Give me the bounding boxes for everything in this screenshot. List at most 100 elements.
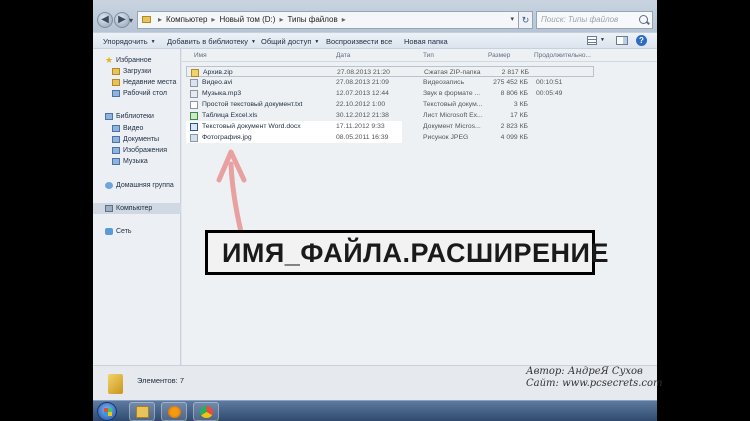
- organize-button[interactable]: Упорядочить ▼: [103, 37, 156, 46]
- forward-button[interactable]: ▶: [114, 12, 130, 28]
- taskbar: [93, 400, 657, 421]
- nav-item-video[interactable]: Видео: [93, 123, 181, 134]
- pictures-library-icon: [112, 147, 120, 154]
- table-row-details: 17.11.2012 9:33 Документ Micros... 2 823…: [336, 121, 594, 132]
- excel-file-icon: [190, 112, 198, 120]
- file-date: 08.05.2011 16:39: [336, 134, 389, 141]
- folder-icon: [142, 16, 151, 24]
- nav-item-recent-places[interactable]: Недавние места: [93, 77, 181, 88]
- text-file-icon: [190, 101, 198, 109]
- breadcrumb-separator: ▸: [158, 15, 163, 24]
- back-button[interactable]: ◀: [97, 12, 113, 28]
- table-row[interactable]: Таблица Excel.xls 30.12.2012 21:38 Лист …: [186, 110, 594, 121]
- file-size: 3 КБ: [513, 101, 528, 108]
- file-type: Лист Microsoft Ex...: [423, 112, 483, 119]
- watermark-credit: Автор: АндреЯ Сухов Сайт: www.pcsecrets.…: [526, 366, 663, 390]
- table-row[interactable]: Видео.avi 27.08.2013 21:09 Видеозапись 2…: [186, 77, 594, 88]
- nav-label: Изображения: [123, 147, 167, 154]
- organize-label: Упорядочить: [103, 37, 148, 46]
- start-button[interactable]: [97, 402, 117, 421]
- nav-item-network[interactable]: Сеть: [93, 226, 181, 237]
- view-options-icon[interactable]: [587, 36, 597, 45]
- windows-logo-icon: [104, 408, 112, 416]
- breadcrumb[interactable]: ▸ Компьютер ▸ Новый том (D:) ▸ Типы файлов ▸ ▾: [137, 11, 519, 29]
- column-header-duration[interactable]: Продолжительно...: [534, 52, 591, 59]
- nav-item-downloads[interactable]: Загрузки: [93, 66, 181, 77]
- new-folder-button[interactable]: Новая папка: [404, 37, 448, 46]
- search-input[interactable]: Поиск: Типы файлов: [536, 11, 653, 29]
- explorer-window: ◀ ▶ ▾ ▸ Компьютер ▸ Новый том (D:) ▸ Типы фай…: [93, 0, 657, 421]
- nav-item-favorites[interactable]: ★ Избранное: [93, 55, 181, 66]
- column-headers: Имя Дата Тип Размер Продолжительно...: [182, 49, 657, 62]
- nav-item-libraries[interactable]: Библиотеки: [93, 111, 181, 122]
- file-type: Рисунок JPEG: [423, 134, 469, 141]
- table-row[interactable]: Архив.zip 27.08.2013 21:20 Сжатая ZIP-па…: [186, 66, 594, 77]
- chevron-down-icon[interactable]: ▼: [600, 37, 605, 43]
- file-name: Архив.zip: [203, 69, 233, 76]
- nav-label: Избранное: [116, 57, 152, 64]
- nav-item-desktop[interactable]: Рабочий стол: [93, 88, 181, 99]
- file-name: Музыка.mp3: [202, 90, 242, 97]
- file-date: 27.08.2013 21:09: [336, 79, 389, 86]
- column-header-type[interactable]: Тип: [423, 52, 434, 59]
- file-name: Текстовый документ Word.docx: [202, 123, 301, 130]
- play-all-button[interactable]: Воспроизвести все: [326, 37, 392, 46]
- file-name: Фотография.jpg: [202, 134, 252, 141]
- breadcrumb-separator: ▸: [341, 15, 346, 24]
- file-name: Видео.avi: [202, 79, 233, 86]
- file-name: Простой текстовый документ.txt: [202, 101, 303, 108]
- preview-pane-icon[interactable]: [616, 36, 628, 45]
- taskbar-chrome-button[interactable]: [193, 402, 219, 421]
- breadcrumb-drive[interactable]: Новый том (D:): [219, 15, 275, 24]
- file-name: Таблица Excel.xls: [202, 112, 258, 119]
- downloads-folder-icon: [112, 68, 120, 75]
- nav-item-pictures[interactable]: Изображения: [93, 145, 181, 156]
- breadcrumb-folder[interactable]: Типы файлов: [287, 15, 337, 24]
- chevron-down-icon: ▼: [314, 39, 320, 46]
- file-date: 30.12.2012 21:38: [336, 112, 389, 119]
- nav-label: Сеть: [116, 228, 132, 235]
- table-row[interactable]: Музыка.mp3 12.07.2013 12:44 Звук в форма…: [186, 88, 594, 99]
- file-date: 22.10.2012 1:00: [336, 101, 386, 108]
- documents-library-icon: [112, 136, 120, 143]
- share-button[interactable]: Общий доступ ▼: [261, 37, 319, 46]
- column-header-name[interactable]: Имя: [194, 52, 207, 59]
- file-duration: 00:10:51: [536, 79, 563, 86]
- file-type: Текстовый докум...: [423, 101, 483, 108]
- table-row-details: 08.05.2011 16:39 Рисунок JPEG 4 099 КБ: [336, 132, 594, 143]
- column-header-date[interactable]: Дата: [336, 52, 350, 59]
- nav-item-homegroup[interactable]: Домашняя группа: [93, 180, 181, 191]
- library-icon: [105, 113, 113, 120]
- chevron-down-icon[interactable]: ▾: [510, 12, 514, 28]
- star-icon: ★: [105, 55, 114, 65]
- add-to-library-button[interactable]: Добавить в библиотеку ▼: [167, 37, 256, 46]
- folder-icon: [108, 374, 123, 394]
- search-placeholder: Поиск: Типы файлов: [541, 15, 619, 24]
- nav-item-music[interactable]: Музыка: [93, 156, 181, 167]
- network-icon: [105, 228, 113, 235]
- column-header-size[interactable]: Размер: [488, 52, 510, 59]
- chevron-down-icon: ▼: [150, 39, 156, 46]
- search-icon[interactable]: [639, 15, 648, 24]
- recent-pages-dropdown[interactable]: ▾: [129, 16, 133, 25]
- table-row[interactable]: Простой текстовый документ.txt 22.10.201…: [186, 99, 594, 110]
- refresh-button[interactable]: ↻: [519, 11, 533, 29]
- homegroup-icon: [105, 182, 113, 189]
- file-date: 12.07.2013 12:44: [336, 90, 389, 97]
- chevron-down-icon: ▼: [250, 39, 256, 46]
- desktop-icon: [112, 90, 120, 97]
- file-size: 8 806 КБ: [500, 90, 528, 97]
- breadcrumb-computer[interactable]: Компьютер: [166, 15, 207, 24]
- taskbar-media-player-button[interactable]: [161, 402, 187, 421]
- nav-label: Недавние места: [123, 79, 177, 86]
- help-icon[interactable]: ?: [636, 35, 647, 46]
- credit-author: Автор: АндреЯ Сухов: [526, 366, 643, 377]
- nav-item-documents[interactable]: Документы: [93, 134, 181, 145]
- nav-label: Видео: [123, 125, 144, 132]
- explorer-icon: [136, 406, 149, 418]
- file-date: 17.11.2012 9:33: [336, 123, 385, 130]
- taskbar-explorer-button[interactable]: [129, 402, 155, 421]
- recent-places-icon: [112, 79, 120, 86]
- computer-icon: [105, 205, 113, 212]
- nav-item-computer[interactable]: Компьютер: [93, 203, 181, 214]
